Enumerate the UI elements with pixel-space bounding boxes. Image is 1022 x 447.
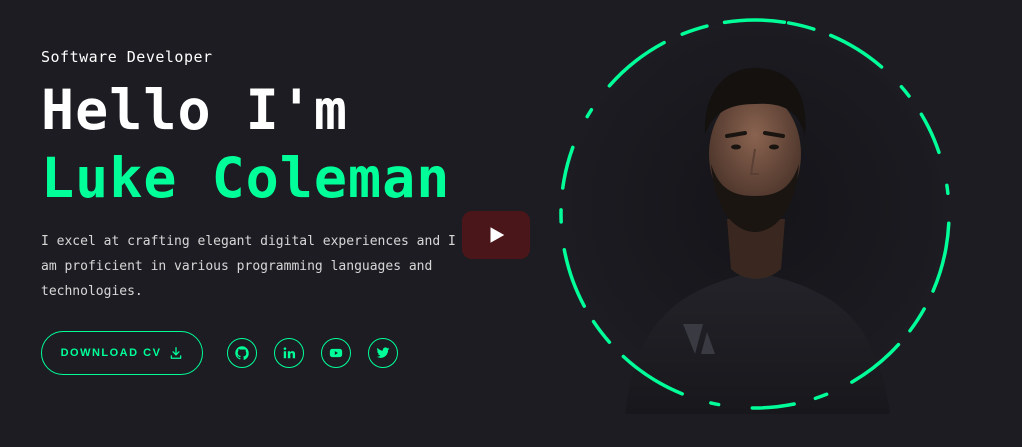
download-cv-button[interactable]: DOWNLOAD CV: [41, 331, 203, 375]
role-label: Software Developer: [41, 48, 213, 66]
dashed-ring: [559, 18, 951, 410]
hero-description: I excel at crafting elegant digital expe…: [41, 234, 456, 299]
github-link[interactable]: [227, 338, 257, 368]
youtube-link[interactable]: [321, 338, 351, 368]
download-cv-label: DOWNLOAD CV: [60, 347, 162, 359]
linkedin-icon: [283, 347, 296, 359]
github-icon: [235, 346, 249, 360]
greeting-line: Hello I'm: [41, 78, 349, 142]
profile-photo-frame: [555, 14, 955, 414]
hero-section: Software Developer Hello I'm Luke Colema…: [0, 0, 1022, 447]
hero-heading: Hello I'm Luke Coleman: [41, 76, 450, 212]
play-icon: [490, 227, 505, 243]
linkedin-link[interactable]: [274, 338, 304, 368]
name-line: Luke Coleman: [41, 146, 451, 210]
video-play-button[interactable]: [462, 211, 530, 259]
twitter-link[interactable]: [368, 338, 398, 368]
download-icon: [171, 347, 182, 359]
twitter-icon: [376, 347, 390, 358]
social-links: [227, 338, 398, 368]
cta-row: DOWNLOAD CV: [41, 331, 398, 375]
youtube-icon: [329, 348, 343, 358]
